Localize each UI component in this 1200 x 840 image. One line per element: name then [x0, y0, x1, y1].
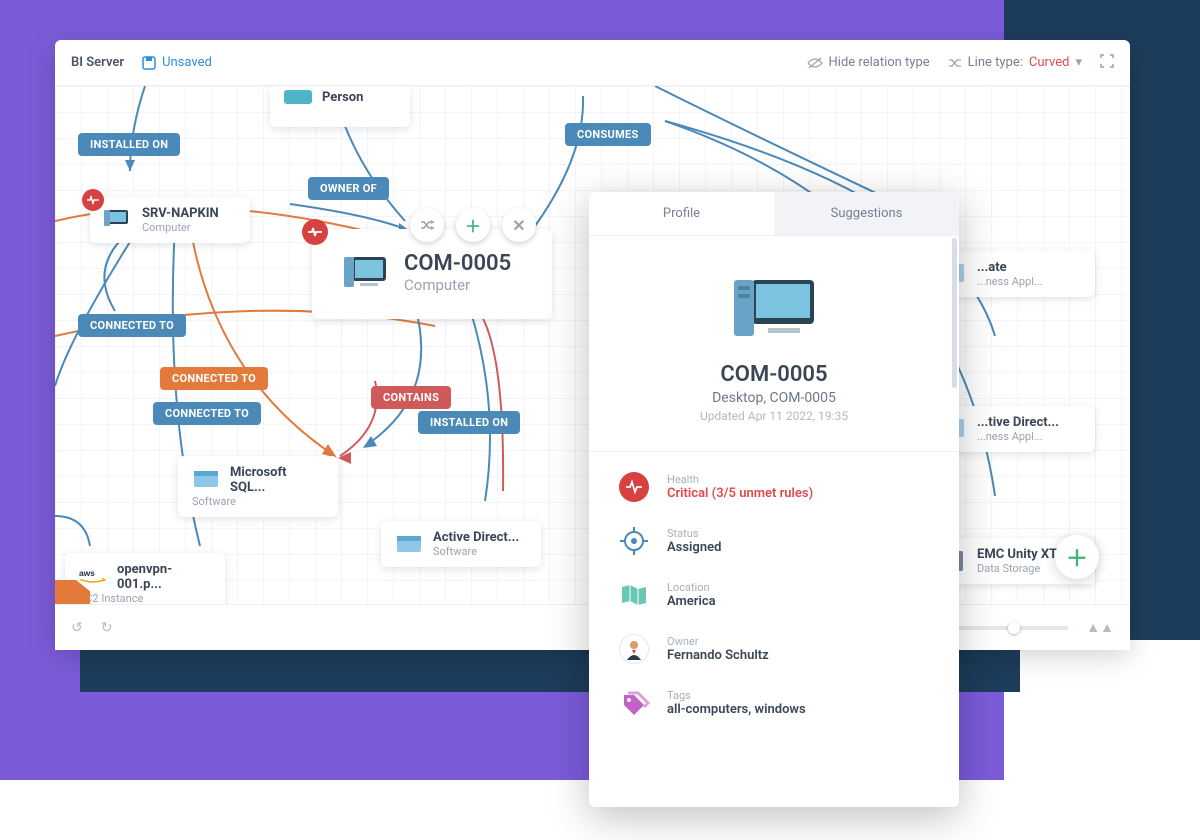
pill-connected-to[interactable]: CONNECTED TO [78, 314, 186, 337]
redo-button[interactable]: ↻ [101, 620, 113, 636]
save-status-label: Unsaved [162, 55, 212, 70]
pill-contains[interactable]: CONTAINS [371, 386, 451, 409]
person-icon [619, 634, 649, 664]
panel-title: COM-0005 [619, 362, 929, 387]
attr-label: Owner [667, 635, 769, 648]
attr-value: Fernando Schultz [667, 648, 769, 663]
attr-tags: Tags all-computers, windows [619, 688, 929, 718]
panel-subtitle: Desktop, COM-0005 [619, 390, 929, 406]
save-icon [142, 56, 156, 70]
zoom-in-button[interactable]: ▲▲ [1086, 619, 1114, 636]
zoom-slider[interactable] [948, 626, 1068, 630]
save-status[interactable]: Unsaved [142, 55, 212, 70]
attr-label: Location [667, 581, 716, 594]
pill-installed-on-2[interactable]: INSTALLED ON [418, 411, 520, 434]
linetype-label: Line type: [968, 55, 1023, 70]
shuffle-button[interactable] [410, 208, 444, 242]
app-title: BI Server [71, 55, 124, 70]
hide-relation-label: Hide relation type [829, 55, 930, 70]
divider [589, 451, 959, 452]
attr-value: America [667, 594, 716, 609]
fullscreen-icon [1100, 54, 1114, 68]
pill-consumes[interactable]: CONSUMES [565, 123, 651, 146]
attr-value: all-computers, windows [667, 702, 806, 717]
target-icon [619, 526, 649, 556]
add-node-button[interactable]: ＋ [1055, 535, 1099, 579]
pill-connected-to-2[interactable]: CONNECTED TO [153, 402, 261, 425]
attr-location: Location America [619, 580, 929, 610]
details-panel: Profile Suggestions COM-0005 Desktop, CO… [589, 192, 959, 807]
pulse-icon [87, 194, 99, 206]
pill-owner-of[interactable]: OWNER OF [308, 177, 389, 200]
computer-icon [728, 274, 820, 344]
attr-value: Assigned [667, 540, 721, 555]
add-button[interactable]: ＋ [456, 208, 490, 242]
attr-label: Status [667, 527, 721, 540]
attr-status: Status Assigned [619, 526, 929, 556]
computer-icon [342, 251, 388, 297]
undo-button[interactable]: ↺ [71, 620, 83, 636]
panel-updated: Updated Apr 11 2022, 19:35 [619, 409, 929, 423]
node-srv-napkin[interactable]: SRV-NAPKIN Computer [90, 197, 250, 243]
tab-suggestions[interactable]: Suggestions [774, 192, 959, 236]
pill-installed-on[interactable]: INSTALLED ON [78, 133, 180, 156]
svg-text:aws: aws [79, 568, 95, 578]
node-subtitle: EC2 Instance [79, 592, 211, 604]
fullscreen-button[interactable] [1100, 54, 1114, 72]
tab-profile[interactable]: Profile [589, 192, 774, 236]
health-badge [82, 189, 104, 211]
map-icon [619, 580, 649, 610]
pill-connected-to-orange[interactable]: CONNECTED TO [160, 367, 268, 390]
node-person[interactable]: Person [270, 86, 410, 127]
swatch-icon [284, 90, 312, 118]
node-com-0005[interactable]: COM-0005 Computer [312, 229, 552, 319]
close-button[interactable]: ✕ [502, 208, 536, 242]
attr-value: Critical (3/5 unmet rules) [667, 486, 813, 501]
eye-slash-icon [807, 57, 823, 69]
health-icon [619, 472, 649, 502]
chevron-down-icon: ▾ [1075, 55, 1082, 70]
computer-icon [104, 206, 132, 234]
tags-icon [619, 688, 649, 718]
attr-owner: Owner Fernando Schultz [619, 634, 929, 664]
software-icon [395, 530, 423, 558]
top-toolbar: BI Server Unsaved Hide relation type Lin… [55, 40, 1130, 86]
software-icon [192, 465, 220, 493]
node-subtitle: Software [192, 495, 324, 508]
hide-relation-button[interactable]: Hide relation type [807, 55, 930, 70]
attr-label: Tags [667, 689, 806, 702]
node-mssql[interactable]: Microsoft SQL... Software [178, 456, 338, 517]
selection-actions: ＋ ✕ [410, 208, 536, 242]
linetype-dropdown[interactable]: Line type: Curved ▾ [948, 55, 1082, 70]
linetype-value: Curved [1029, 55, 1070, 70]
health-badge [302, 219, 328, 245]
shuffle-icon [948, 57, 962, 69]
node-active-directory[interactable]: Active Direct... Software [381, 521, 541, 567]
attr-health: Health Critical (3/5 unmet rules) [619, 472, 929, 502]
shuffle-icon [420, 219, 435, 231]
pulse-icon [308, 225, 322, 239]
attr-label: Health [667, 473, 813, 486]
